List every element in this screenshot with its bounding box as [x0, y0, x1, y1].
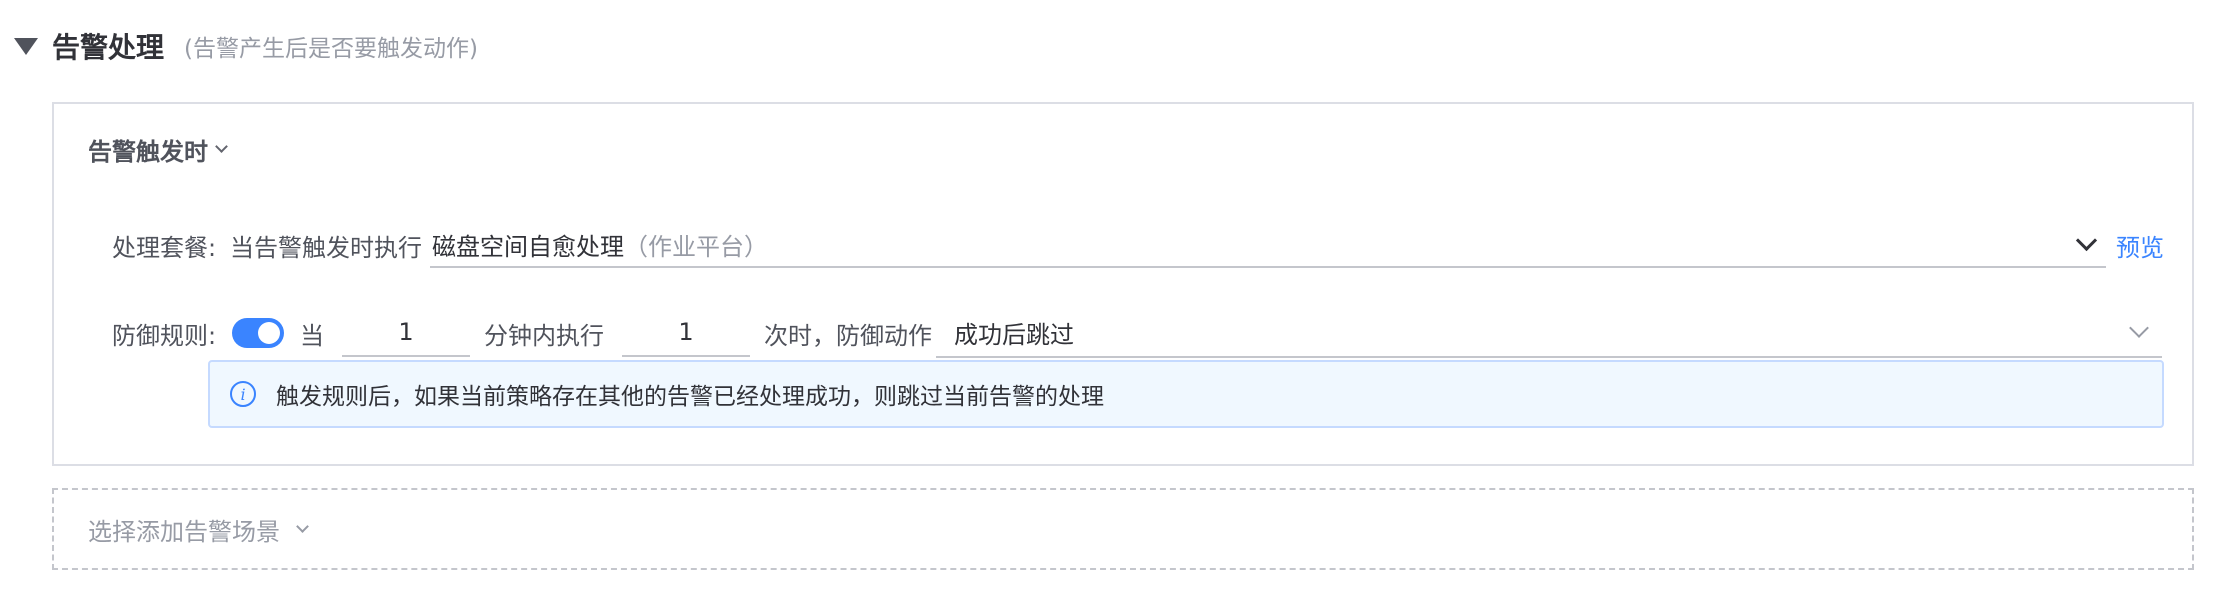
minutes-text: 分钟内执行	[484, 321, 604, 350]
section-title: 告警处理	[52, 31, 165, 64]
preview-link[interactable]: 预览	[2116, 228, 2164, 263]
plan-row: 处理套餐: 当告警触发时执行 磁盘空间自愈处理（作业平台） 预览	[112, 222, 2164, 268]
toggle-knob	[258, 322, 280, 344]
plan-prefix: 当告警触发时执行	[230, 233, 422, 262]
plan-selected-suffix: （作业平台）	[624, 232, 768, 261]
info-alert: i 触发规则后，如果当前策略存在其他的告警已经处理成功，则跳过当前告警的处理	[208, 360, 2164, 428]
when-text: 当	[300, 321, 324, 350]
times-input[interactable]	[622, 309, 750, 357]
trigger-dropdown[interactable]: 告警触发时	[88, 132, 228, 167]
caret-down-icon[interactable]	[14, 37, 38, 55]
minutes-input[interactable]	[342, 309, 470, 357]
chevron-down-icon	[2075, 229, 2098, 251]
alert-handling-panel: 告警处理 (告警产生后是否要触发动作) 告警触发时 处理套餐: 当告警触发时执行…	[0, 0, 2236, 614]
chevron-down-icon	[215, 140, 228, 153]
info-alert-text: 触发规则后，如果当前策略存在其他的告警已经处理成功，则跳过当前告警的处理	[276, 384, 1104, 410]
alert-trigger-card: 告警触发时 处理套餐: 当告警触发时执行 磁盘空间自愈处理（作业平台） 预览 防…	[52, 102, 2194, 466]
plan-selected-name: 磁盘空间自愈处理	[432, 232, 624, 261]
add-scene-label: 选择添加告警场景	[88, 517, 280, 546]
chevron-down-icon	[2129, 318, 2149, 338]
trigger-label: 告警触发时	[88, 138, 208, 166]
defense-action-select[interactable]: 成功后跳过	[936, 308, 2162, 358]
section-subtitle: (告警产生后是否要触发动作)	[184, 36, 478, 62]
plan-select[interactable]: 磁盘空间自愈处理（作业平台）	[430, 222, 2106, 268]
defense-action-value: 成功后跳过	[954, 320, 1074, 349]
plan-label: 处理套餐:	[112, 233, 217, 262]
section-header: 告警处理 (告警产生后是否要触发动作)	[14, 22, 478, 70]
defense-label: 防御规则:	[112, 321, 217, 350]
defense-toggle[interactable]	[232, 318, 284, 348]
defense-row: 防御规则: 当 分钟内执行 次时，防御动作 成功后跳过	[112, 308, 2162, 358]
chevron-down-icon	[296, 519, 309, 533]
info-circle-icon: i	[230, 381, 256, 407]
add-alert-scene-button[interactable]: 选择添加告警场景	[52, 488, 2194, 570]
times-text: 次时，防御动作	[764, 321, 932, 350]
